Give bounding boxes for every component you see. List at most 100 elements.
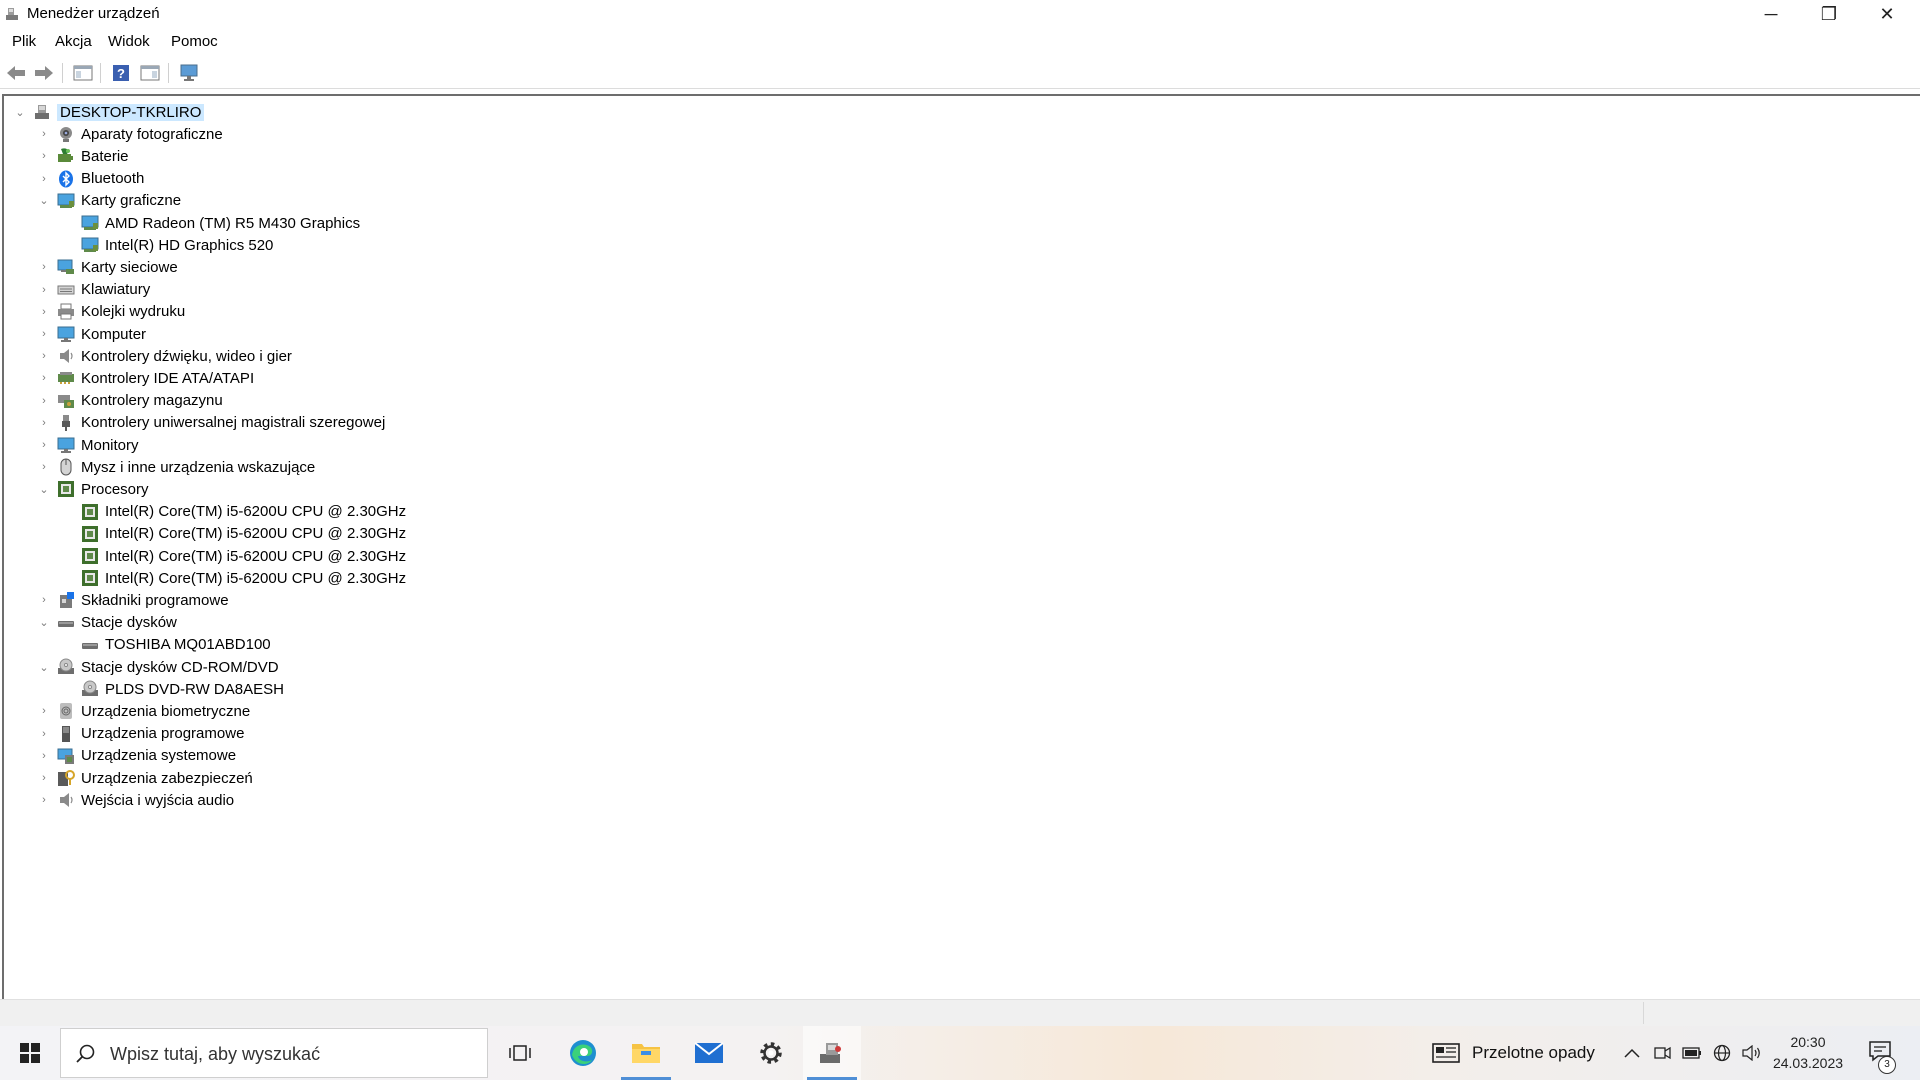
chevron-down-icon[interactable]: ⌄ — [37, 190, 51, 212]
tree-device[interactable]: Intel(R) HD Graphics 520 — [61, 234, 273, 256]
chevron-right-icon[interactable]: › — [37, 723, 51, 745]
chevron-right-icon[interactable]: › — [37, 789, 51, 811]
file-explorer-button[interactable] — [617, 1026, 675, 1080]
chevron-right-icon[interactable]: › — [37, 123, 51, 145]
menu-help[interactable]: Pomoc — [171, 33, 218, 50]
tree-category[interactable]: › Składniki programowe — [37, 589, 229, 611]
chevron-right-icon[interactable]: › — [37, 767, 51, 789]
chevron-down-icon[interactable]: ⌄ — [37, 656, 51, 678]
chevron-right-icon[interactable]: › — [37, 412, 51, 434]
chevron-right-icon[interactable]: › — [37, 700, 51, 722]
tree-category[interactable]: › Bluetooth — [37, 168, 144, 190]
tree-node-label: Intel(R) Core(TM) i5-6200U CPU @ 2.30GHz — [105, 503, 407, 521]
tree-node-label: Składniki programowe — [81, 591, 229, 609]
tree-category[interactable]: ⌄ Karty graficzne — [37, 190, 181, 212]
maximize-button[interactable]: ❐ — [1800, 0, 1858, 28]
tree-category[interactable]: › Kontrolery dźwięku, wideo i gier — [37, 345, 292, 367]
tree-category[interactable]: › Monitory — [37, 434, 138, 456]
scan-hardware-icon[interactable] — [178, 63, 200, 83]
tree-device[interactable]: Intel(R) Core(TM) i5-6200U CPU @ 2.30GHz — [61, 567, 406, 589]
properties-pane-icon[interactable] — [139, 63, 161, 83]
tree-category[interactable]: › Kolejki wydruku — [37, 301, 185, 323]
tree-root[interactable]: ⌄ DESKTOP-TKRLIRO — [13, 101, 205, 123]
chevron-right-icon[interactable]: › — [37, 256, 51, 278]
tree-category[interactable]: › Kontrolery magazynu — [37, 390, 223, 412]
show-hide-console-tree-icon[interactable] — [72, 63, 94, 83]
edge-button[interactable] — [554, 1026, 612, 1080]
tree-node-label: Stacje dysków CD-ROM/DVD — [81, 658, 279, 676]
chevron-right-icon[interactable]: › — [37, 145, 51, 167]
tree-device[interactable]: TOSHIBA MQ01ABD100 — [61, 634, 271, 656]
tree-category[interactable]: › Karty sieciowe — [37, 256, 178, 278]
audio-io-icon — [57, 791, 75, 809]
menu-action[interactable]: Akcja — [55, 33, 92, 50]
chevron-right-icon[interactable]: › — [37, 345, 51, 367]
gear-icon — [760, 1042, 782, 1064]
mail-button[interactable] — [680, 1026, 738, 1080]
chevron-down-icon[interactable]: ⌄ — [37, 612, 51, 634]
tree-category[interactable]: ⌄ Procesory — [37, 478, 148, 500]
tree-category[interactable]: › Wejścia i wyjścia audio — [37, 789, 234, 811]
tree-device[interactable]: Intel(R) Core(TM) i5-6200U CPU @ 2.30GHz — [61, 501, 406, 523]
tree-node-label: Kontrolery dźwięku, wideo i gier — [81, 347, 292, 365]
volume-icon[interactable] — [1742, 1043, 1762, 1063]
processor-icon — [57, 480, 75, 498]
chevron-right-icon[interactable]: › — [37, 367, 51, 389]
task-view-button[interactable] — [491, 1026, 549, 1080]
tree-category[interactable]: › Urządzenia biometryczne — [37, 700, 250, 722]
speaker-icon — [57, 347, 75, 365]
chevron-right-icon[interactable]: › — [37, 456, 51, 478]
software-component-icon — [57, 591, 75, 609]
chevron-right-icon[interactable]: › — [37, 323, 51, 345]
menu-view[interactable]: Widok — [108, 33, 150, 50]
tree-category[interactable]: › Urządzenia systemowe — [37, 745, 236, 767]
chevron-right-icon[interactable]: › — [37, 279, 51, 301]
back-icon[interactable] — [5, 63, 27, 83]
forward-icon[interactable] — [33, 63, 55, 83]
search-box[interactable]: Wpisz tutaj, aby wyszukać — [60, 1028, 488, 1078]
processor-icon — [81, 525, 99, 543]
tree-category[interactable]: › Klawiatury — [37, 279, 150, 301]
settings-button[interactable] — [742, 1026, 800, 1080]
camera-icon — [57, 125, 75, 143]
chevron-up-icon[interactable] — [1622, 1043, 1642, 1063]
chevron-right-icon[interactable]: › — [37, 745, 51, 767]
chevron-right-icon[interactable]: › — [37, 434, 51, 456]
network-globe-icon[interactable] — [1712, 1043, 1732, 1063]
tree-category[interactable]: ⌄ Stacje dysków CD-ROM/DVD — [37, 656, 279, 678]
tree-device[interactable]: PLDS DVD-RW DA8AESH — [61, 678, 284, 700]
chevron-right-icon[interactable]: › — [37, 168, 51, 190]
tree-category[interactable]: › Urządzenia programowe — [37, 723, 244, 745]
tree-category[interactable]: › Urządzenia zabezpieczeń — [37, 767, 253, 789]
tree-category[interactable]: ⌄ Stacje dysków — [37, 612, 176, 634]
tree-category[interactable]: › Kontrolery IDE ATA/ATAPI — [37, 367, 254, 389]
tree-category[interactable]: › Komputer — [37, 323, 146, 345]
weather-widget[interactable]: Przelotne opady — [1432, 1026, 1595, 1080]
help-icon[interactable]: ? — [110, 63, 132, 83]
tree-category[interactable]: › Kontrolery uniwersalnej magistrali szer… — [37, 412, 385, 434]
start-button[interactable] — [0, 1026, 60, 1080]
chevron-right-icon[interactable]: › — [37, 589, 51, 611]
clock-date: 24.03.2023 — [1772, 1055, 1844, 1071]
minimize-button[interactable]: ─ — [1742, 0, 1800, 28]
tree-node-label: Baterie — [81, 147, 129, 165]
tree-category[interactable]: › Aparaty fotograficzne — [37, 123, 223, 145]
meet-now-icon[interactable] — [1652, 1043, 1672, 1063]
chevron-right-icon[interactable]: › — [37, 301, 51, 323]
tree-node-label: Karty sieciowe — [81, 258, 178, 276]
tree-device[interactable]: Intel(R) Core(TM) i5-6200U CPU @ 2.30GHz — [61, 523, 406, 545]
tree-category[interactable]: › Baterie — [37, 145, 129, 167]
tree-device[interactable]: Intel(R) Core(TM) i5-6200U CPU @ 2.30GHz — [61, 545, 406, 567]
chevron-right-icon[interactable]: › — [37, 390, 51, 412]
clock[interactable]: 20:30 24.03.2023 — [1772, 1032, 1844, 1074]
close-button[interactable]: ✕ — [1858, 0, 1916, 28]
battery-icon[interactable] — [1682, 1043, 1702, 1063]
device-manager-button[interactable] — [803, 1026, 861, 1080]
tree-category[interactable]: › Mysz i inne urządzenia wskazujące — [37, 456, 315, 478]
chevron-down-icon[interactable]: ⌄ — [13, 101, 27, 123]
chevron-down-icon[interactable]: ⌄ — [37, 478, 51, 500]
tree-node-label: Intel(R) Core(TM) i5-6200U CPU @ 2.30GHz — [105, 569, 407, 587]
menu-file[interactable]: Plik — [12, 33, 36, 50]
tree-device[interactable]: AMD Radeon (TM) R5 M430 Graphics — [61, 212, 360, 234]
